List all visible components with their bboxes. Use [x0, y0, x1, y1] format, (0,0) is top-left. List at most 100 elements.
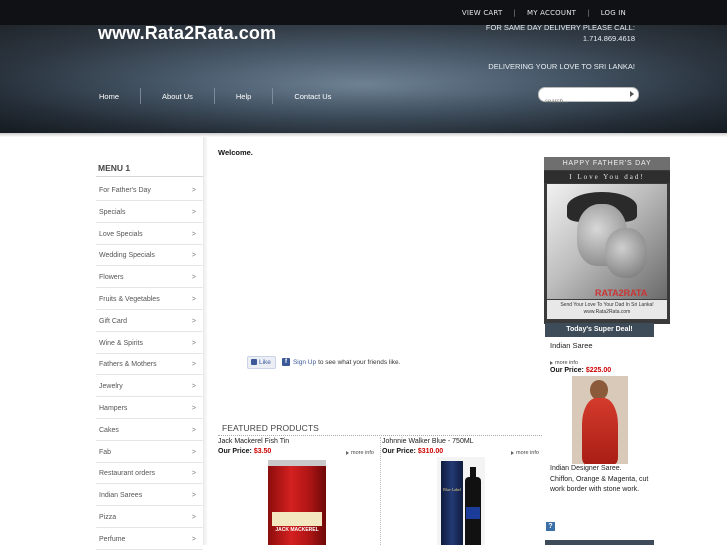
arrow-right-icon [346, 450, 349, 455]
site-title[interactable]: www.Rata2Rata.com [98, 23, 276, 44]
whisky-box [441, 461, 463, 545]
chevron-right-icon: > [191, 361, 196, 369]
view-cart-link[interactable]: VIEW CART [451, 9, 514, 17]
nav-divider [140, 88, 142, 104]
arrow-right-icon [511, 450, 514, 455]
sidebar-item-label: Perfume [99, 535, 126, 543]
chevron-right-icon: > [191, 470, 196, 478]
more-info-link[interactable]: more info [511, 450, 539, 456]
menu-divider [96, 176, 203, 177]
chevron-right-icon: > [191, 492, 196, 500]
login-link[interactable]: LOG IN [590, 9, 637, 17]
sidebar-item-label: Specials [99, 208, 126, 216]
main-nav: Home About Us Help Contact Us [90, 88, 340, 104]
sidebar-menu-item[interactable]: Fab > [96, 441, 203, 463]
sidebar-menu-item[interactable]: For Father's Day > [96, 179, 203, 201]
sidebar-item-label: Fab [99, 448, 112, 456]
sidebar-menu-item[interactable]: Fruits & Vegetables > [96, 288, 203, 310]
sidebar-menu-item[interactable]: Indian Sarees > [96, 484, 203, 507]
banner-heading: HAPPY FATHER'S DAY [544, 157, 670, 170]
sidebar-menu-item[interactable]: Fathers & Mothers > [96, 353, 203, 376]
deal-product-name[interactable]: Indian Saree [550, 341, 593, 350]
welcome-text: Welcome. [218, 148, 253, 157]
like-label: Like [259, 358, 271, 366]
search-go-icon[interactable] [630, 91, 634, 97]
menu-title: MENU 1 [98, 163, 131, 173]
nav-about-us[interactable]: About Us [153, 92, 202, 101]
chevron-right-icon: > [191, 426, 196, 434]
facebook-like-button[interactable]: Like [247, 355, 276, 369]
help-icon[interactable]: ? [546, 522, 555, 531]
sidebar-menu-item[interactable]: Gift Card > [96, 310, 203, 332]
product-name[interactable]: Jack Mackerel Fish Tin [218, 438, 289, 445]
sidebar-item-label: Indian Sarees [99, 492, 143, 500]
nav-contact-us[interactable]: Contact Us [285, 92, 340, 101]
more-info-link[interactable]: more info [346, 450, 374, 456]
nav-divider [213, 88, 215, 104]
chevron-right-icon: > [191, 274, 196, 282]
arrow-right-icon [550, 360, 553, 365]
nav-help[interactable]: Help [227, 92, 260, 101]
sidebar-item-label: Restaurant orders [99, 470, 156, 478]
banner-caption-url: www.Rata2Rata.com [583, 309, 631, 315]
sidebar-item-label: Love Specials [99, 230, 143, 238]
sidebar-menu-item[interactable]: Jewelry > [96, 375, 203, 398]
sidebar-menu-item[interactable]: Cakes > [96, 419, 203, 441]
sidebar-item-label: For Father's Day [99, 187, 151, 194]
sidebar-item-label: Jewelry [99, 383, 123, 391]
fathers-day-banner[interactable]: HAPPY FATHER'S DAY I Love You dad! RATA2… [544, 157, 670, 324]
model-head [590, 380, 608, 400]
search-box [538, 87, 639, 109]
chevron-right-icon: > [191, 252, 196, 260]
chevron-right-icon: > [191, 514, 196, 521]
right-bottom-bar [545, 540, 654, 545]
sidebar-menu-item[interactable]: Restaurant orders > [96, 462, 203, 485]
tin-label-text: JACK MACKEREL [275, 527, 319, 533]
delivery-text: FOR SAME DAY DELIVERY PLEASE CALL: [485, 23, 635, 32]
facebook-text: to see what your friends like. [318, 358, 401, 366]
banner-caption: Send Your Love To Your Dad In Sri Lanka!… [547, 300, 667, 319]
sidebar-menu-item[interactable]: Love Specials > [96, 223, 203, 245]
banner-brand-logo: RATA2RATA [595, 288, 648, 298]
sidebar-item-label: Cakes [99, 426, 119, 434]
facebook-signup-link[interactable]: Sign Up [293, 359, 316, 366]
more-info-label: more info [351, 450, 374, 456]
deal-more-info-link[interactable]: more info [550, 360, 578, 366]
banner-subheading: I Love You dad! [544, 171, 670, 183]
photo-face-child [605, 228, 647, 278]
tin-rim [268, 460, 326, 466]
search-input[interactable] [539, 95, 627, 109]
product-column-divider [380, 437, 381, 545]
sidebar-item-label: Gift Card [99, 317, 128, 325]
sidebar-menu-item[interactable]: Pizza > [96, 506, 203, 528]
sidebar-menu-item[interactable]: Wedding Specials > [96, 244, 203, 267]
chevron-right-icon: > [191, 187, 196, 194]
more-info-label: more info [516, 450, 539, 456]
nav-home[interactable]: Home [90, 92, 128, 101]
sidebar-menu-item[interactable]: Hampers > [96, 397, 203, 419]
deal-desc-line: Indian Designer Saree. [550, 465, 622, 472]
sidebar-menu-item[interactable]: Flowers > [96, 266, 203, 289]
price-label: Our Price: [382, 448, 416, 455]
my-account-link[interactable]: MY ACCOUNT [516, 9, 587, 17]
nav-divider [272, 88, 274, 104]
product-image-fish-tin[interactable]: JACK MACKEREL [268, 460, 326, 545]
chevron-right-icon: > [191, 317, 196, 325]
featured-divider [218, 435, 542, 436]
deal-product-image[interactable] [572, 376, 628, 464]
tagline: DELIVERING YOUR LOVE TO SRI LANKA! [488, 62, 635, 71]
sidebar-menu-item[interactable]: Specials > [96, 201, 203, 223]
sidebar-menu-item[interactable]: Wine & Spirits > [96, 332, 203, 354]
thumbs-up-icon [251, 359, 257, 365]
tin-label-band [272, 512, 322, 526]
chevron-right-icon: > [191, 208, 196, 216]
sidebar-item-label: Pizza [99, 514, 117, 521]
featured-products-title: FEATURED PRODUCTS [222, 423, 319, 433]
sidebar-shadow [203, 137, 208, 545]
deal-description: Indian Designer Saree. Chiffon, Orange &… [550, 464, 660, 496]
product-name[interactable]: Johnnie Walker Blue - 750ML [382, 438, 474, 445]
sidebar-menu-item[interactable]: Perfume > [96, 528, 203, 550]
product-image-whisky[interactable]: Blue Label [437, 457, 485, 545]
more-info-label: more info [555, 360, 578, 366]
delivery-info: FOR SAME DAY DELIVERY PLEASE CALL: 1.714… [486, 22, 635, 44]
